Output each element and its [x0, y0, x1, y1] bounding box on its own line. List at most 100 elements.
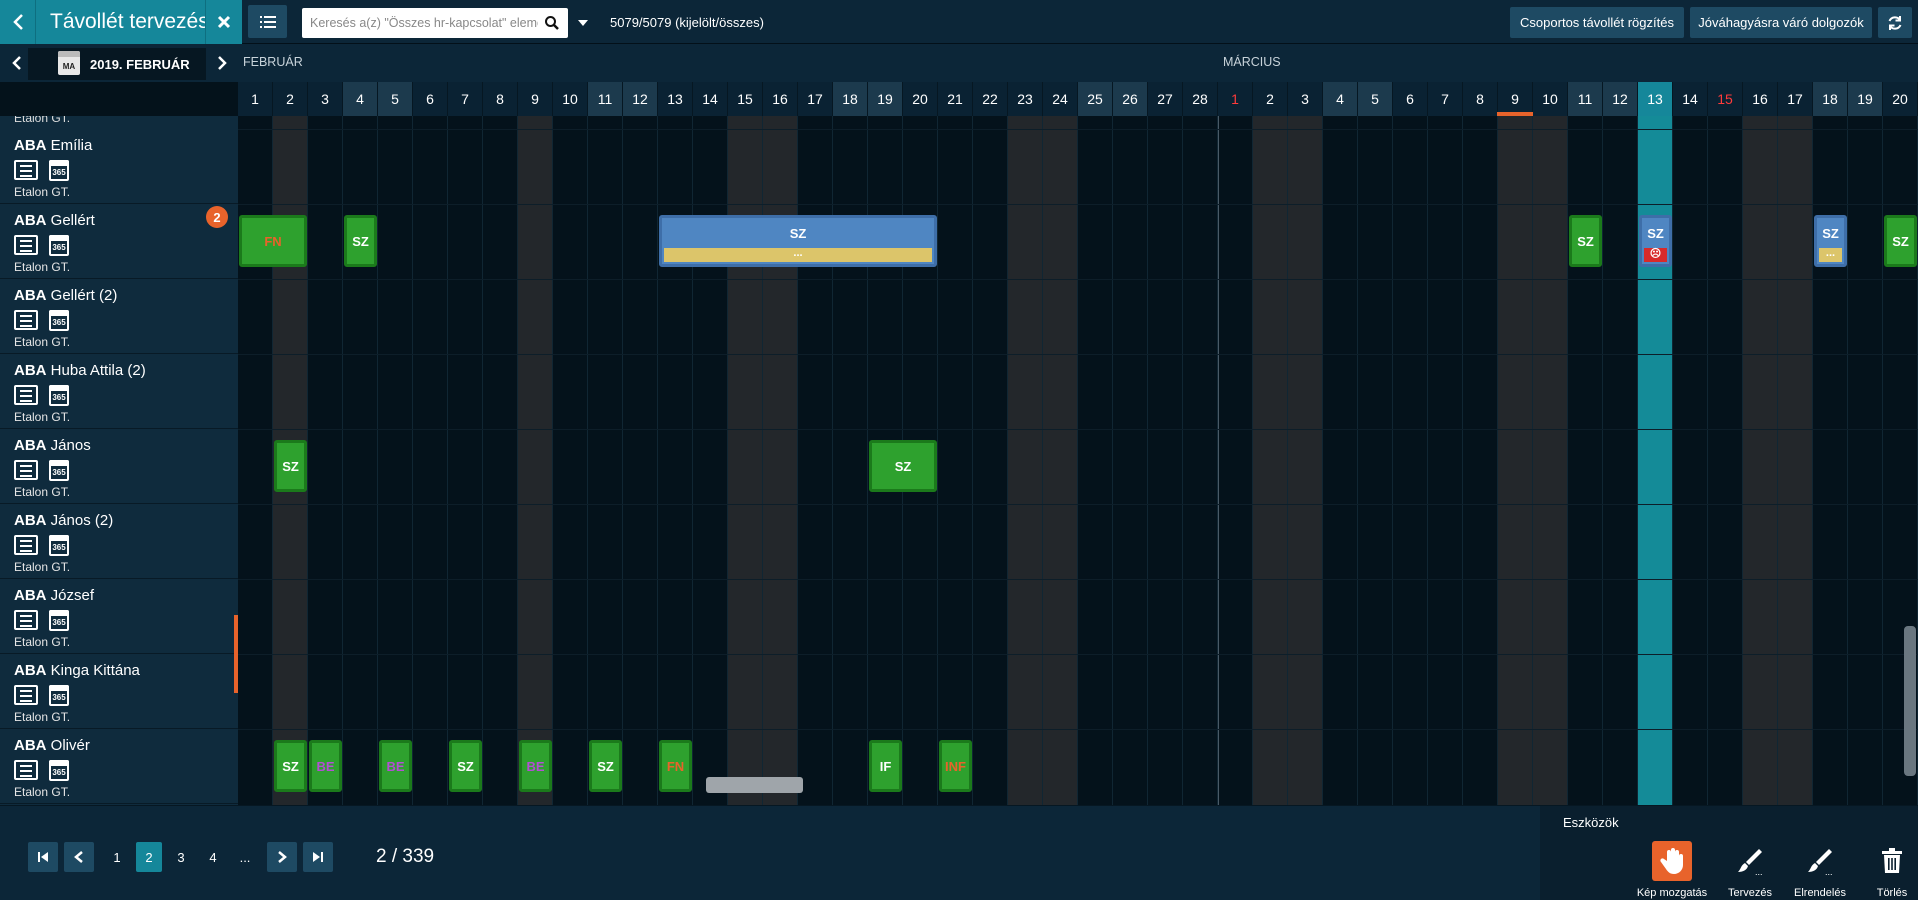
employee-row[interactable]: ABA Olivér 365 Etalon GT.: [0, 729, 238, 804]
calendar-365-icon[interactable]: 365: [49, 610, 69, 631]
day-header-cell[interactable]: 2: [1253, 82, 1288, 116]
absence-block[interactable]: SZ: [1569, 215, 1602, 267]
day-header-cell[interactable]: 7: [448, 82, 483, 116]
day-column[interactable]: [378, 116, 413, 805]
day-header-cell[interactable]: 5: [1358, 82, 1393, 116]
absence-block[interactable]: FN: [659, 740, 692, 792]
day-header-cell[interactable]: 17: [1778, 82, 1813, 116]
day-column[interactable]: [1358, 116, 1393, 805]
details-list-icon[interactable]: [14, 760, 38, 780]
employee-row[interactable]: ABA János 365 Etalon GT.: [0, 429, 238, 504]
day-header-cell[interactable]: 14: [693, 82, 728, 116]
day-column[interactable]: [1463, 116, 1498, 805]
day-column[interactable]: [1428, 116, 1463, 805]
day-header-cell[interactable]: 12: [623, 82, 658, 116]
day-column[interactable]: [1218, 116, 1253, 805]
details-list-icon[interactable]: [14, 385, 38, 405]
absence-block[interactable]: SZ...: [1814, 215, 1847, 267]
day-header-cell[interactable]: 26: [1113, 82, 1148, 116]
absence-block[interactable]: SZ ☹: [1639, 215, 1672, 267]
day-header-cell[interactable]: 5: [378, 82, 413, 116]
details-list-icon[interactable]: [14, 535, 38, 555]
absence-block[interactable]: BE: [309, 740, 342, 792]
day-header-cell[interactable]: 16: [763, 82, 798, 116]
day-header-cell[interactable]: 22: [973, 82, 1008, 116]
day-header-cell[interactable]: 1: [1218, 82, 1253, 116]
search-icon[interactable]: [544, 15, 560, 31]
calendar-today-icon[interactable]: MA: [58, 51, 80, 75]
pending-approval-button[interactable]: Jóváhagyásra váró dolgozók: [1690, 7, 1872, 38]
absence-block[interactable]: SZ: [274, 440, 307, 492]
details-list-icon[interactable]: [14, 685, 38, 705]
notification-badge[interactable]: 2: [206, 206, 228, 228]
day-column[interactable]: [1288, 116, 1323, 805]
day-column[interactable]: [623, 116, 658, 805]
page-number[interactable]: 4: [200, 842, 226, 872]
absence-block[interactable]: SZ: [1884, 215, 1917, 267]
day-column[interactable]: [413, 116, 448, 805]
day-header-cell[interactable]: 15: [728, 82, 763, 116]
day-header-cell[interactable]: 9: [518, 82, 553, 116]
refresh-button[interactable]: [1878, 7, 1912, 38]
day-column[interactable]: [1043, 116, 1078, 805]
day-header-cell[interactable]: 20: [1883, 82, 1918, 116]
day-header-cell[interactable]: 15: [1708, 82, 1743, 116]
calendar-365-icon[interactable]: 365: [49, 235, 69, 256]
tool-plan[interactable]: ... Tervezés: [1710, 841, 1790, 900]
day-column[interactable]: [1078, 116, 1113, 805]
day-column[interactable]: [1183, 116, 1218, 805]
day-header-cell[interactable]: 11: [1568, 82, 1603, 116]
page-number[interactable]: 2: [136, 842, 162, 872]
day-column[interactable]: [1778, 116, 1813, 805]
absence-block[interactable]: FN: [239, 215, 307, 267]
day-column[interactable]: [483, 116, 518, 805]
details-list-icon[interactable]: [14, 310, 38, 330]
list-view-button[interactable]: [248, 5, 287, 38]
day-header-cell[interactable]: 16: [1743, 82, 1778, 116]
prev-month-button[interactable]: [4, 50, 30, 76]
employee-row[interactable]: ABA Emília 365 Etalon GT.: [0, 129, 238, 204]
day-column[interactable]: [938, 116, 973, 805]
absence-block[interactable]: SZ...: [659, 215, 937, 267]
calendar-365-icon[interactable]: 365: [49, 685, 69, 706]
day-header-cell[interactable]: 1: [238, 82, 273, 116]
timeline-grid[interactable]: FN SZ SZ... SZ SZ ☹ SZ... SZ SZ SZ SZ BE BE SZ BE SZ FN I…: [238, 116, 1918, 805]
month-picker[interactable]: MA 2019. FEBRUÁR: [28, 48, 206, 80]
day-column[interactable]: [1113, 116, 1148, 805]
calendar-365-icon[interactable]: 365: [49, 160, 69, 181]
calendar-365-icon[interactable]: 365: [49, 385, 69, 406]
employee-row[interactable]: ABA Gellért 365 Etalon GT.: [0, 204, 238, 279]
calendar-365-icon[interactable]: 365: [49, 310, 69, 331]
last-page-button[interactable]: [303, 842, 333, 872]
day-column[interactable]: [1848, 116, 1883, 805]
day-header-cell[interactable]: 9: [1498, 82, 1533, 116]
employee-row[interactable]: ABA Kinga Kittána 365 Etalon GT.: [0, 654, 238, 729]
day-column[interactable]: [1393, 116, 1428, 805]
day-header-cell[interactable]: 6: [413, 82, 448, 116]
day-column[interactable]: [1253, 116, 1288, 805]
day-column[interactable]: [1673, 116, 1708, 805]
day-header-cell[interactable]: 18: [1813, 82, 1848, 116]
day-header-cell[interactable]: 8: [1463, 82, 1498, 116]
absence-block[interactable]: SZ: [869, 440, 937, 492]
day-header-cell[interactable]: 8: [483, 82, 518, 116]
absence-block[interactable]: IF: [869, 740, 902, 792]
day-column[interactable]: [448, 116, 483, 805]
next-page-button[interactable]: [267, 842, 297, 872]
details-list-icon[interactable]: [14, 160, 38, 180]
employee-row[interactable]: ABA Huba Attila (2) 365 Etalon GT.: [0, 354, 238, 429]
day-column[interactable]: [1603, 116, 1638, 805]
day-column[interactable]: [553, 116, 588, 805]
day-header-cell[interactable]: 27: [1148, 82, 1183, 116]
group-absence-button[interactable]: Csoportos távollét rögzítés: [1510, 7, 1684, 38]
day-header-cell[interactable]: 21: [938, 82, 973, 116]
prev-page-button[interactable]: [64, 842, 94, 872]
day-column[interactable]: [1323, 116, 1358, 805]
page-number[interactable]: 1: [104, 842, 130, 872]
page-number[interactable]: ...: [232, 842, 258, 872]
day-column[interactable]: [1743, 116, 1778, 805]
tool-pan[interactable]: Kép mozgatás: [1632, 841, 1712, 900]
details-list-icon[interactable]: [14, 610, 38, 630]
day-header-cell[interactable]: 13: [1638, 82, 1673, 116]
day-header-cell[interactable]: 2: [273, 82, 308, 116]
